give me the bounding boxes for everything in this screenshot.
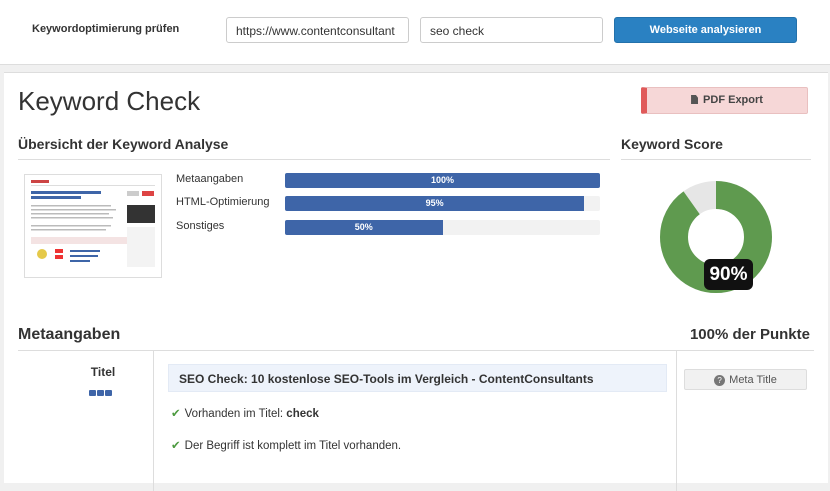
main-panel: Keyword Check PDF Export Übersicht der K… xyxy=(4,72,828,491)
page-title-value: SEO Check: 10 kostenlose SEO-Tools im Ve… xyxy=(168,364,667,392)
document-icon xyxy=(691,95,699,104)
row-label-titel: Titel xyxy=(90,365,116,379)
meta-title-label: Meta Title xyxy=(729,374,777,386)
bar-label: Sonstiges xyxy=(176,220,225,232)
score-value: 90% xyxy=(704,259,753,290)
column-divider xyxy=(153,351,154,491)
meta-heading: Metaangaben xyxy=(18,326,121,343)
meta-points: 100% der Punkte xyxy=(689,326,810,343)
page-title: Keyword Check xyxy=(18,86,201,116)
thumbnail-image xyxy=(25,175,161,277)
pdf-export-label: PDF Export xyxy=(703,94,763,106)
check2-text: Der Begriff ist komplett im Titel vorhan… xyxy=(184,440,402,452)
meta-title-button[interactable]: ? Meta Title xyxy=(684,369,807,390)
progress-bar: 100% xyxy=(285,173,600,188)
url-input[interactable]: https://www.contentconsultant xyxy=(226,17,409,43)
progress-fill: 95% xyxy=(285,196,585,211)
score-heading: Keyword Score xyxy=(621,136,723,152)
check-line-complete: ✔ Der Begriff ist komplett im Titel vorha… xyxy=(171,438,401,452)
page-screenshot-thumbnail xyxy=(24,174,162,278)
top-toolbar: Keywordoptimierung prüfen https://www.co… xyxy=(0,0,830,65)
progress-bar: 50% xyxy=(285,220,600,235)
toolbar-label: Keywordoptimierung prüfen xyxy=(32,23,180,35)
score-divider xyxy=(621,159,811,160)
keyword-input[interactable]: seo check xyxy=(420,17,603,43)
checkmark-icon: ✔ xyxy=(171,440,181,452)
question-icon: ? xyxy=(714,375,726,386)
bar-label: Metaangaben xyxy=(176,173,244,185)
rating-dots xyxy=(89,383,113,401)
check1-prefix: Vorhanden im Titel: xyxy=(184,408,287,420)
pdf-export-button[interactable]: PDF Export xyxy=(641,87,808,114)
meta-table: Titel SEO Check: 10 kostenlose SEO-Tools… xyxy=(18,350,814,491)
overview-divider xyxy=(18,159,610,160)
column-divider xyxy=(676,351,677,491)
progress-bar: 95% xyxy=(285,196,600,211)
bar-label: HTML-Optimierung xyxy=(176,196,270,208)
progress-fill: 100% xyxy=(285,173,600,188)
check-line-keyword: ✔ Vorhanden im Titel: check xyxy=(171,406,319,420)
checkmark-icon: ✔ xyxy=(171,408,181,420)
progress-fill: 50% xyxy=(285,220,443,235)
check1-keyword: check xyxy=(286,408,319,420)
analyze-button[interactable]: Webseite analysieren xyxy=(614,17,797,43)
overview-heading: Übersicht der Keyword Analyse xyxy=(18,136,229,152)
